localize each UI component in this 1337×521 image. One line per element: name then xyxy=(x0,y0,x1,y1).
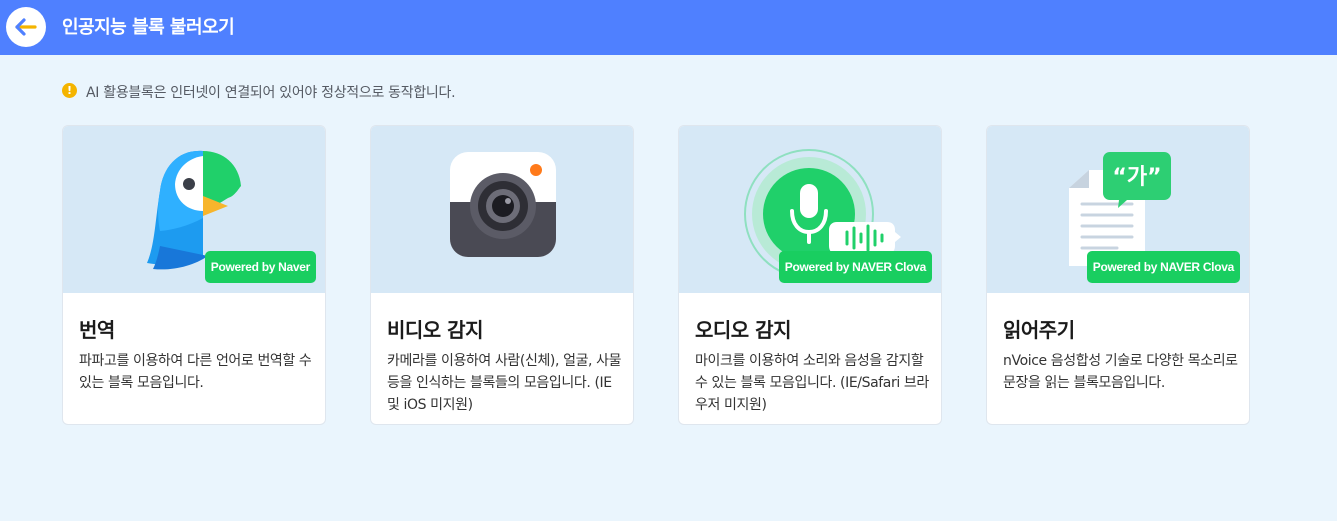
card-description: nVoice 음성합성 기술로 다양한 목소리로 문장을 읽는 블록모음입니다. xyxy=(1003,353,1238,391)
arrow-left-icon xyxy=(15,18,37,36)
powered-by-badge: Powered by NAVER Clova xyxy=(1086,251,1240,283)
header-bar: 인공지능 블록 불러오기 xyxy=(0,0,1337,55)
card-description: 파파고를 이용하여 다른 언어로 번역할 수 있는 블록 모음입니다. xyxy=(79,353,312,391)
card-audio[interactable]: Powered by NAVER Clova 오디오 감지 마이크를 이용하여 … xyxy=(678,125,942,425)
exclamation-icon: ! xyxy=(62,82,77,98)
card-title: 오디오 감지 xyxy=(695,318,791,342)
powered-by-badge: Powered by Naver xyxy=(204,251,316,283)
bubble-text: “가” xyxy=(1112,165,1161,190)
card-translate[interactable]: Powered by Naver 번역 파파고를 이용하여 다른 언어로 번역할… xyxy=(62,125,326,425)
card-image xyxy=(371,126,633,293)
powered-by-badge: Powered by NAVER Clova xyxy=(778,251,932,283)
card-image: Powered by Naver xyxy=(63,126,325,293)
card-description: 카메라를 이용하여 사람(신체), 얼굴, 사물 등을 인식하는 블록들의 모음… xyxy=(387,353,622,413)
notice-text: AI 활용블록은 인터넷이 연결되어 있어야 정상적으로 동작합니다. xyxy=(86,85,456,101)
card-video[interactable]: 비디오 감지 카메라를 이용하여 사람(신체), 얼굴, 사물 등을 인식하는 … xyxy=(370,125,634,425)
card-read-aloud[interactable]: “가” Powered by NAVER Clova 읽어주기 nVoice 음… xyxy=(986,125,1250,425)
card-title: 번역 xyxy=(79,318,115,342)
camera-icon xyxy=(450,152,556,257)
back-button[interactable] xyxy=(6,7,46,47)
card-image: “가” Powered by NAVER Clova xyxy=(987,126,1249,293)
card-title: 비디오 감지 xyxy=(387,318,483,342)
card-title: 읽어주기 xyxy=(1003,318,1075,342)
card-description: 마이크를 이용하여 소리와 음성을 감지할 수 있는 블록 모음입니다. (IE… xyxy=(695,353,929,413)
page-title: 인공지능 블록 불러오기 xyxy=(62,17,235,38)
card-image: Powered by NAVER Clova xyxy=(679,126,941,293)
notice: ! AI 활용블록은 인터넷이 연결되어 있어야 정상적으로 동작합니다. xyxy=(62,82,456,102)
